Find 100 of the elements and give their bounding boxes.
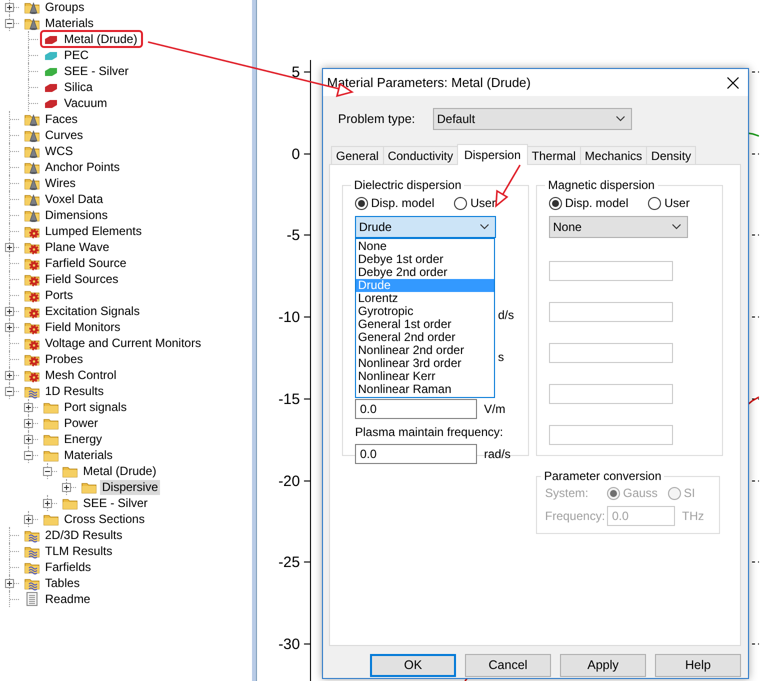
input-field[interactable] (549, 343, 673, 363)
expand-toggle[interactable] (5, 579, 14, 588)
expand-toggle[interactable] (43, 467, 52, 476)
tree-item[interactable]: Voltage and Current Monitors (43, 336, 204, 350)
tree-item[interactable]: Energy (62, 432, 104, 446)
dropdown-option[interactable]: Debye 2nd order (356, 266, 494, 279)
input-field[interactable]: 0.0 (355, 399, 477, 419)
dialog-button[interactable]: Cancel (465, 654, 551, 677)
field-label: Plasma maintain frequency: (355, 424, 504, 441)
tree-item[interactable]: Metal (Drude) (81, 464, 158, 478)
tree-item[interactable]: Power (62, 416, 100, 430)
tree-item[interactable]: 1D Results (43, 384, 106, 398)
tree-item[interactable]: Groups (43, 0, 86, 14)
expand-toggle[interactable] (24, 419, 33, 428)
input-field[interactable] (549, 261, 673, 281)
tree-item[interactable]: Excitation Signals (43, 304, 142, 318)
axis-tick-label: -25 (278, 554, 300, 571)
expand-toggle[interactable] (5, 323, 14, 332)
expand-toggle[interactable] (5, 3, 14, 12)
dropdown-option[interactable]: Gyrotropic (356, 305, 494, 318)
radio-label[interactable]: User (664, 194, 690, 212)
group-title: Magnetic dispersion (547, 178, 656, 192)
tree-item[interactable]: Plane Wave (43, 240, 112, 254)
dialog-button[interactable]: Apply (560, 654, 646, 677)
expand-toggle[interactable] (43, 499, 52, 508)
expand-toggle[interactable] (5, 371, 14, 380)
tree-item[interactable]: Mesh Control (43, 368, 118, 382)
expand-toggle[interactable] (24, 435, 33, 444)
tree-item[interactable]: Silica (62, 80, 95, 94)
dropdown[interactable]: None (549, 216, 688, 238)
tree-item[interactable]: Dispersive (100, 480, 160, 494)
tree-item[interactable]: Metal (Drude) (62, 32, 140, 46)
dropdown-option[interactable]: Nonlinear 2nd order (356, 344, 494, 357)
expand-toggle[interactable] (24, 403, 33, 412)
radio-button[interactable] (648, 196, 662, 210)
tree-item[interactable]: Anchor Points (43, 160, 122, 174)
expand-toggle[interactable] (24, 451, 33, 460)
expand-toggle[interactable] (5, 243, 14, 252)
tree-item[interactable]: Faces (43, 112, 80, 126)
tree-item[interactable]: 2D/3D Results (43, 528, 124, 542)
tree-item[interactable]: WCS (43, 144, 75, 158)
dropdown-option[interactable]: Nonlinear Raman (356, 383, 494, 396)
tree-item[interactable]: Lumped Elements (43, 224, 144, 238)
dropdown-option[interactable]: None (356, 240, 494, 253)
input-field[interactable] (549, 425, 673, 445)
axis-tick-label: -5 (286, 227, 300, 244)
tree-item[interactable]: Port signals (62, 400, 129, 414)
expand-toggle[interactable] (24, 515, 33, 524)
group-title: Dielectric dispersion (353, 178, 462, 192)
dropdown[interactable]: Default (433, 108, 632, 130)
tree-item[interactable]: Field Sources (43, 272, 120, 286)
dropdown-option[interactable]: General 2nd order (356, 331, 494, 344)
tab[interactable]: Density (646, 146, 696, 164)
tree-item[interactable]: Readme (43, 592, 92, 606)
dropdown-option[interactable]: General 1st order (356, 318, 494, 331)
input-field[interactable] (549, 302, 673, 322)
input-field[interactable] (549, 384, 673, 404)
tab[interactable]: Conductivity (382, 146, 458, 164)
tree-item[interactable]: Probes (43, 352, 86, 366)
tree-item[interactable]: Wires (43, 176, 78, 190)
expand-toggle[interactable] (62, 483, 71, 492)
dropdown-option[interactable]: Nonlinear Kerr (356, 370, 494, 383)
tree-item[interactable]: SEE - Silver (81, 496, 150, 510)
radio-label[interactable]: Disp. model (565, 194, 628, 212)
radio-button[interactable] (355, 196, 368, 210)
plot-curve (746, 132, 759, 137)
tree-item[interactable]: Ports (43, 288, 76, 302)
radio-button[interactable] (454, 196, 468, 210)
expand-toggle[interactable] (5, 387, 14, 396)
input-field[interactable]: 0.0 (355, 444, 477, 464)
dropdown[interactable]: Drude (355, 216, 496, 238)
tree-item[interactable]: PEC (62, 48, 91, 62)
dropdown-option[interactable]: Nonlinear 3rd order (356, 357, 494, 370)
axis-tick-label: -30 (278, 636, 300, 653)
radio-button[interactable] (549, 196, 562, 210)
radio-label[interactable]: Disp. model (371, 194, 434, 212)
tree-item[interactable]: Materials (62, 448, 115, 462)
radio-label[interactable]: User (470, 194, 496, 212)
tree-item[interactable]: Curves (43, 128, 86, 142)
caret-icon (480, 224, 489, 230)
tab[interactable]: Dispersion (457, 144, 528, 165)
tree-item[interactable]: Field Monitors (43, 320, 122, 334)
tree-item[interactable]: Materials (43, 16, 96, 30)
dropdown-option[interactable]: Lorentz (356, 292, 494, 305)
tree-item[interactable]: TLM Results (43, 544, 114, 558)
dropdown-option[interactable]: Debye 1st order (356, 253, 494, 266)
tab[interactable]: General (331, 146, 384, 164)
tree-item[interactable]: Dimensions (43, 208, 110, 222)
tree-item[interactable]: Farfields (43, 560, 94, 574)
tree-item[interactable]: SEE - Silver (62, 64, 131, 78)
tree-item[interactable]: Vacuum (62, 96, 110, 110)
expand-toggle[interactable] (5, 307, 14, 316)
dialog-button[interactable]: OK (370, 654, 456, 677)
tree-item[interactable]: Tables (43, 576, 82, 590)
dialog-button[interactable]: Help (655, 654, 741, 677)
tree-item[interactable]: Voxel Data (43, 192, 106, 206)
tree-item[interactable]: Cross Sections (62, 512, 147, 526)
expand-toggle[interactable] (5, 19, 14, 28)
field-label: Frequency: (545, 508, 606, 525)
tree-item[interactable]: Farfield Source (43, 256, 128, 270)
